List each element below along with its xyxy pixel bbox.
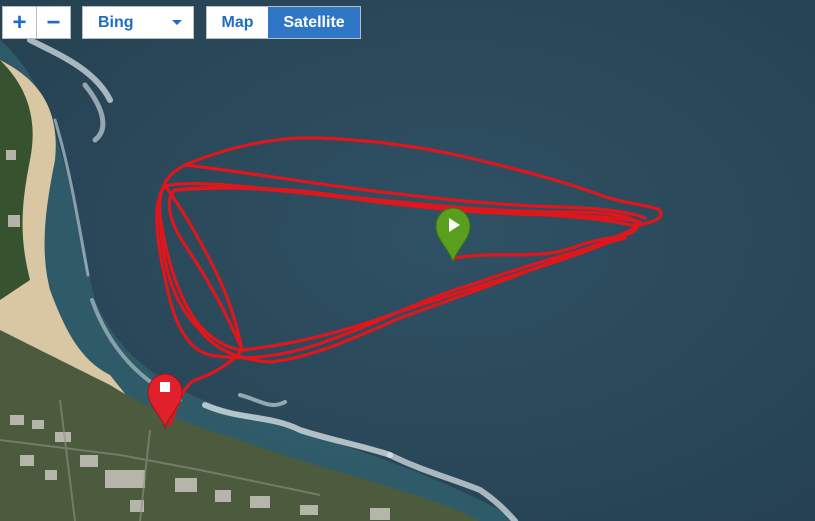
stop-icon [160, 382, 170, 392]
zoom-out-button[interactable]: − [36, 7, 70, 38]
tab-map[interactable]: Map [207, 7, 268, 38]
map-type-toggle: Map Satellite [206, 6, 361, 39]
map-provider-dropdown[interactable]: Bing [82, 6, 194, 39]
tab-satellite[interactable]: Satellite [268, 7, 360, 38]
satellite-map[interactable]: + − Bing Map Satellite [0, 0, 815, 521]
map-provider-label: Bing [98, 13, 134, 31]
zoom-in-button[interactable]: + [3, 7, 36, 38]
chevron-down-icon [172, 20, 182, 25]
map-imagery [0, 0, 815, 521]
zoom-control: + − [2, 6, 71, 39]
